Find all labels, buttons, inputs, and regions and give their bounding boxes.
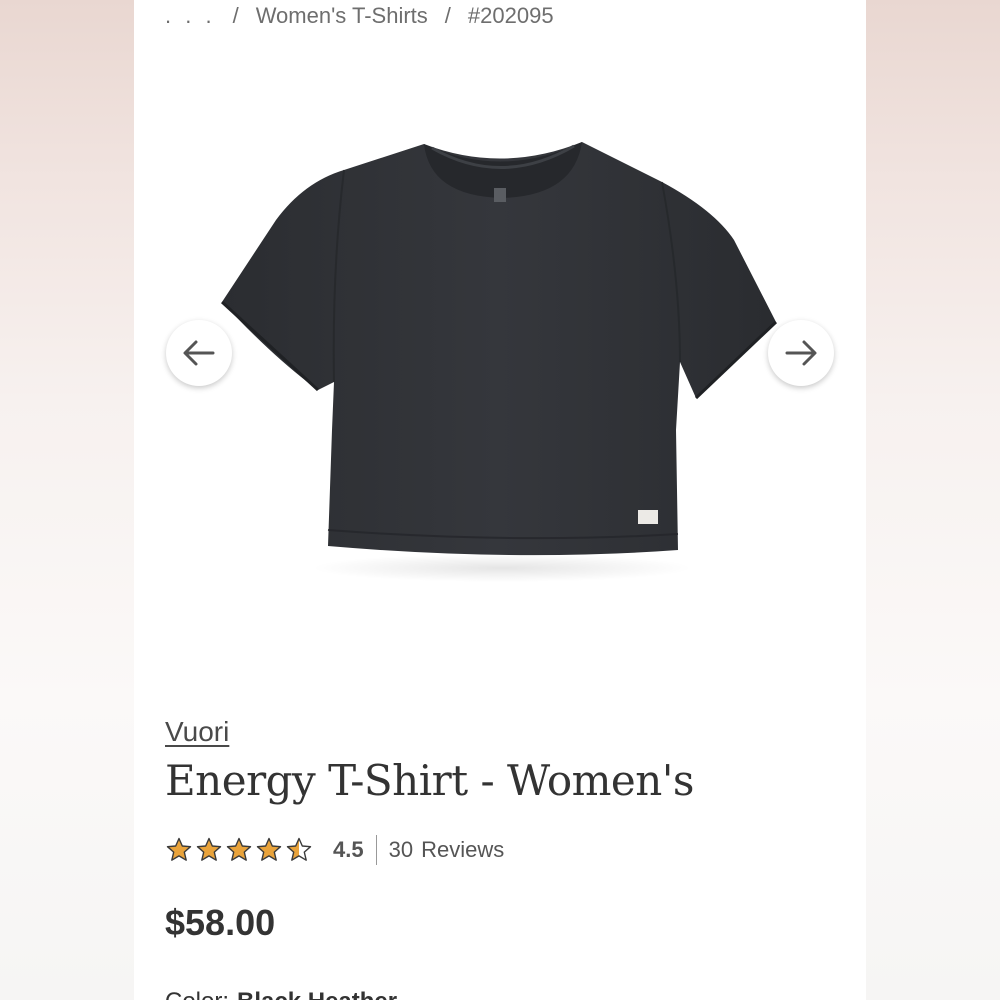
arrow-left-icon <box>183 340 215 366</box>
breadcrumb-separator: / <box>444 3 451 28</box>
star-full-icon <box>196 837 222 861</box>
color-value: Black Heather <box>237 988 397 1000</box>
breadcrumb-category-link[interactable]: Women's T-Shirts <box>256 3 428 29</box>
star-full-icon <box>226 837 252 861</box>
rating-divider <box>375 835 377 865</box>
product-title: Energy T-Shirt - Women's <box>165 756 694 805</box>
product-price: $58.00 <box>165 902 276 943</box>
rating-value: 4.5 <box>333 837 364 862</box>
product-panel: . . . / Women's T-Shirts / #202095 Vuori… <box>134 0 866 1000</box>
color-label: Color: <box>165 988 229 1000</box>
next-image-button[interactable] <box>768 320 834 386</box>
rating-summary[interactable]: 4.5 30 Reviews <box>165 832 504 868</box>
star-rating <box>165 836 313 864</box>
arrow-right-icon <box>785 340 817 366</box>
star-half-icon <box>286 837 312 861</box>
breadcrumb: . . . / Women's T-Shirts / #202095 <box>165 3 554 29</box>
review-count: 30 <box>388 837 414 862</box>
previous-image-button[interactable] <box>166 320 232 386</box>
breadcrumb-separator: / <box>232 3 239 28</box>
star-full-icon <box>256 837 282 861</box>
color-selection: Color: Black Heather <box>165 988 397 1000</box>
breadcrumb-ellipsis[interactable]: . . . <box>165 3 216 29</box>
breadcrumb-item-number: #202095 <box>467 3 554 28</box>
brand-link[interactable]: Vuori <box>165 716 229 748</box>
reviews-link[interactable]: Reviews <box>421 837 504 863</box>
product-image <box>220 142 778 582</box>
star-full-icon <box>166 837 192 861</box>
